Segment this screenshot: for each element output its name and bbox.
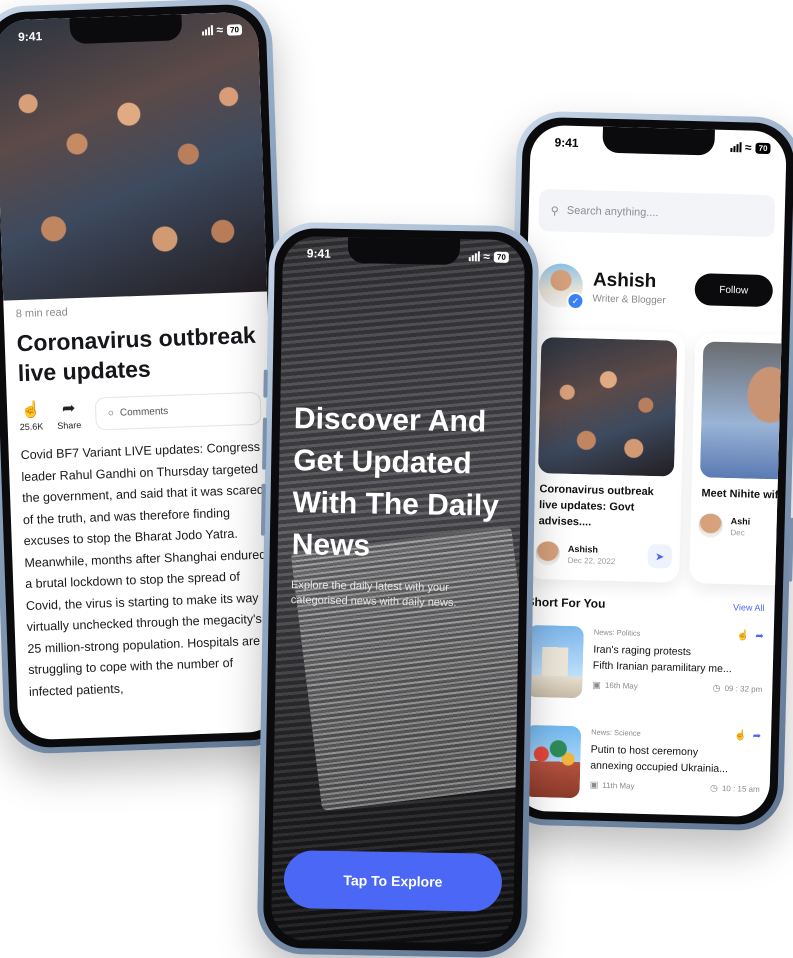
- status-bar: 9:41 ≈ 70: [283, 236, 526, 274]
- news-card[interactable]: Coronavirus outbreak live updates: Govt …: [527, 328, 686, 583]
- section-title: Short For You: [526, 594, 606, 611]
- phone-bezel: 9:41 ≈ 70 8 min read Coronavirus outbrea…: [0, 3, 291, 749]
- share-button[interactable]: ➦ Share: [56, 400, 81, 431]
- view-all-link[interactable]: View All: [733, 602, 765, 613]
- wifi-icon: ≈: [744, 140, 752, 155]
- avatar: [698, 513, 723, 538]
- battery-icon: 70: [493, 251, 509, 263]
- card-title: Coronavirus outbreak live updates: Govt …: [538, 483, 654, 529]
- status-time: 9:41: [554, 135, 579, 151]
- wifi-icon: ≈: [483, 249, 491, 264]
- phone-side-button: [263, 369, 268, 398]
- battery-icon: 70: [755, 142, 771, 154]
- phone-side-button: [262, 417, 267, 470]
- signal-icon: [201, 25, 213, 36]
- read-time: 8 min read: [15, 306, 68, 321]
- card-author-name: Ashi: [730, 515, 751, 527]
- article-hero-image: [0, 11, 268, 301]
- share-icon[interactable]: ➦: [755, 631, 764, 642]
- featured-cards: Coronavirus outbreak live updates: Govt …: [527, 328, 787, 588]
- list-item[interactable]: News: Science ☝ ➦ Putin to host ceremony…: [523, 724, 762, 809]
- phone-bezel: 9:41 ≈ 70 ⚲ Search anything.... ✓ Ashish…: [504, 116, 793, 826]
- card-author-name: Ashish: [567, 543, 599, 555]
- onboarding-title: Discover And Get Updated With The Daily …: [291, 402, 500, 563]
- onboarding-screen: 9:41 ≈ 70 Discover And Get Updated With …: [270, 235, 526, 945]
- signal-icon: [468, 251, 480, 262]
- follow-button[interactable]: Follow: [694, 273, 774, 308]
- battery-icon: 70: [226, 23, 243, 36]
- thumbs-up-icon[interactable]: ☝: [734, 730, 747, 741]
- article-phone: 9:41 ≈ 70 8 min read Coronavirus outbrea…: [0, 0, 297, 755]
- feed-screen: 9:41 ≈ 70 ⚲ Search anything.... ✓ Ashish…: [513, 124, 787, 818]
- onboarding-phone: 9:41 ≈ 70 Discover And Get Updated With …: [256, 221, 540, 958]
- news-time: 10 : 15 am: [721, 783, 760, 794]
- article-actions: ☝ 25.6K ➦ Share ○ Comments: [19, 391, 262, 433]
- share-icon: ➦: [61, 399, 76, 418]
- news-thumbnail: [526, 624, 584, 699]
- chat-bubble-icon: ○: [107, 407, 115, 420]
- card-date: Dec 22, 2022: [567, 555, 616, 566]
- send-icon[interactable]: ➤: [647, 543, 673, 569]
- calendar-icon: ▣: [589, 779, 599, 790]
- signal-icon: [729, 142, 742, 153]
- article-body: Covid BF7 Variant LIVE updates: Congress…: [20, 439, 267, 699]
- clock-icon: ◷: [709, 782, 719, 793]
- phone-bezel: 9:41 ≈ 70 Discover And Get Updated With …: [262, 227, 534, 953]
- like-button[interactable]: ☝ 25.6K: [19, 401, 44, 432]
- wifi-icon: ≈: [216, 22, 224, 38]
- news-date: 11th May: [602, 780, 635, 791]
- card-image: [537, 337, 678, 477]
- clock-icon: ◷: [712, 682, 721, 693]
- news-title-line2: annexing occupied Ukrainia...: [590, 759, 729, 776]
- phone-side-button: [260, 483, 266, 536]
- avatar[interactable]: ✓: [538, 263, 585, 311]
- share-icon[interactable]: ➦: [753, 731, 762, 742]
- thumbs-up-icon[interactable]: ☝: [737, 630, 750, 641]
- search-icon: ⚲: [550, 204, 559, 218]
- feed-phone: 9:41 ≈ 70 ⚲ Search anything.... ✓ Ashish…: [498, 110, 793, 832]
- onboarding-subtitle: Explore the daily latest with your categ…: [290, 579, 457, 610]
- article-screen: 9:41 ≈ 70 8 min read Coronavirus outbrea…: [0, 11, 283, 741]
- verified-badge-icon: ✓: [566, 291, 585, 311]
- calendar-icon: ▣: [592, 679, 602, 690]
- news-time: 09 : 32 pm: [724, 684, 763, 695]
- status-time: 9:41: [17, 29, 43, 44]
- comments-button[interactable]: ○ Comments: [94, 391, 262, 431]
- news-category: News: Politics: [593, 627, 641, 638]
- status-bar: 9:41 ≈ 70: [530, 125, 787, 166]
- card-date: Dec: [730, 527, 745, 537]
- tap-to-explore-button[interactable]: Tap To Explore: [283, 850, 503, 912]
- share-label: Share: [57, 419, 82, 431]
- card-author: Ashi Dec: [698, 513, 787, 541]
- card-title: Meet Nihite wife of Biki: [701, 487, 787, 502]
- author-role: Writer & Blogger: [592, 292, 666, 306]
- news-card[interactable]: Meet Nihite wife of Biki Ashi Dec: [689, 333, 787, 588]
- article-content: 8 min read Coronavirus outbreak live upd…: [16, 300, 272, 703]
- card-author: Ashish Dec 22, 2022 ➤: [535, 541, 673, 569]
- article-title: Coronavirus outbreak live updates: [16, 321, 257, 387]
- news-title-line2: Fifth Iranian paramilitary me...: [592, 659, 732, 676]
- comments-label: Comments: [119, 405, 169, 419]
- thumbs-up-icon: ☝: [20, 400, 42, 419]
- search-placeholder: Search anything....: [566, 204, 659, 220]
- news-date: 16th May: [604, 680, 638, 691]
- phone-side-button: [788, 517, 793, 582]
- news-category: News: Science: [591, 727, 641, 738]
- likes-count: 25.6K: [19, 420, 44, 432]
- status-time: 9:41: [306, 246, 332, 261]
- news-thumbnail: [523, 724, 582, 799]
- search-input[interactable]: ⚲ Search anything....: [538, 189, 776, 238]
- card-image: [699, 341, 787, 481]
- list-item[interactable]: News: Politics ☝ ➦ Iran's raging protest…: [526, 624, 764, 709]
- author-name: Ashish: [592, 268, 657, 292]
- avatar: [535, 541, 561, 566]
- author-profile: ✓ Ashish Writer & Blogger Follow: [538, 257, 774, 319]
- short-section-header: Short For You View All: [526, 595, 764, 615]
